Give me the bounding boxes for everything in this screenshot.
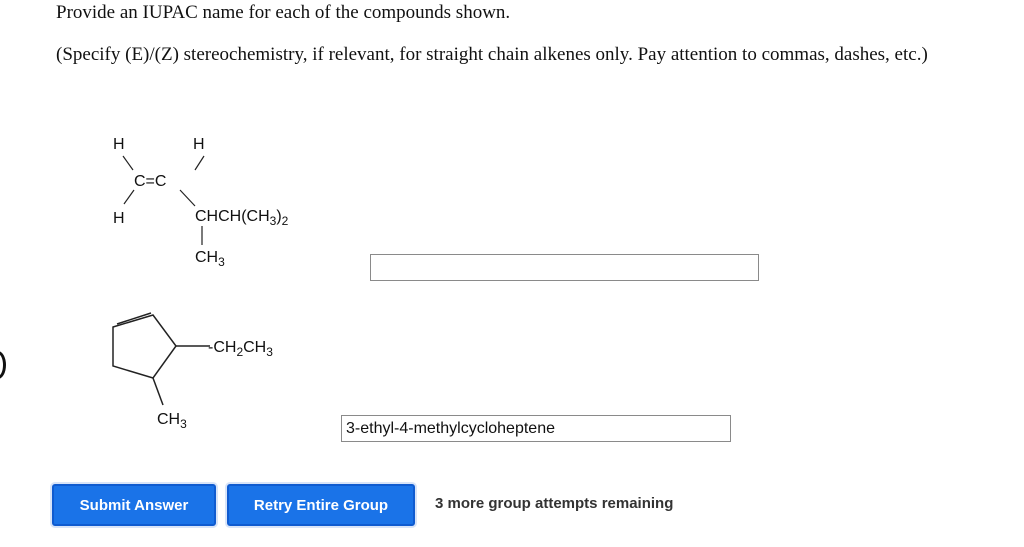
bond-h-c2 (194, 155, 205, 171)
atom-h-top-left: H (113, 136, 125, 153)
ethyl-label: -CH2CH3 (208, 339, 273, 359)
bond-methyl (152, 377, 164, 406)
alkene-label: C=C (134, 173, 166, 190)
bond-c1-h (123, 189, 135, 205)
answer-input-compound-2[interactable] (341, 415, 731, 442)
bond-c2-ch (179, 189, 196, 207)
methyl-branch-label: CH3 (195, 249, 225, 269)
bond-h-c1 (122, 155, 134, 171)
atom-h-top-right: H (193, 136, 205, 153)
attempts-remaining-text: 3 more group attempts remaining (435, 495, 674, 512)
compound-2-structure: -CH2CH3 CH3 (112, 312, 273, 431)
methyl-label: CH3 (157, 411, 187, 431)
submit-answer-button[interactable]: Submit Answer (52, 484, 216, 526)
substituent-label: CHCH(CH3)2 (195, 208, 289, 228)
compound-1-structure: H H C=C H CHCH(CH3)2 CH3 (113, 136, 289, 269)
answer-input-compound-1[interactable] (370, 254, 759, 281)
retry-group-button[interactable]: Retry Entire Group (227, 484, 415, 526)
ring-double-bond (116, 312, 152, 325)
ring (112, 314, 177, 379)
atom-h-bottom-left: H (113, 210, 125, 227)
